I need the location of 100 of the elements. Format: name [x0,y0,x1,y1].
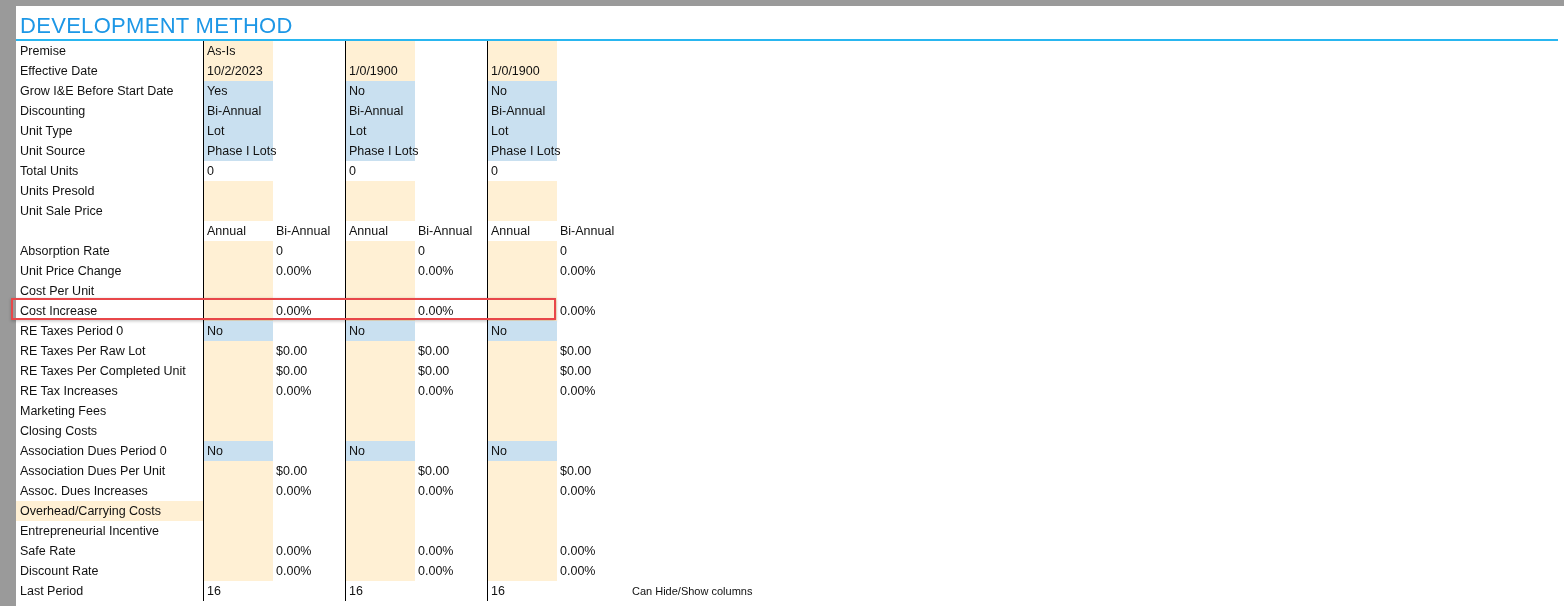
choice-cell[interactable]: No [345,441,415,461]
row-label: Closing Costs [19,423,99,440]
input-cell[interactable]: 1/0/1900 [487,61,557,81]
table-cell[interactable]: 0.00% [273,561,345,581]
choice-cell[interactable]: No [203,321,273,341]
table-cell[interactable]: $0.00 [415,341,487,361]
table-cell[interactable]: 16 [203,581,273,601]
row-label: Total Units [19,163,80,180]
highlighted-label-cell: Overhead/Carrying Costs [16,501,203,521]
row-label: Units Presold [19,183,96,200]
choice-cell[interactable]: No [203,441,273,461]
table-cell[interactable]: 0.00% [273,381,345,401]
input-cell[interactable]: 10/2/2023 [203,61,273,81]
input-cell[interactable] [203,201,273,221]
table-cell[interactable]: 0 [557,241,632,261]
row-label: Last Period [19,583,85,600]
table-cell[interactable]: 0.00% [557,561,632,581]
input-cell[interactable] [203,281,273,301]
table-cell[interactable]: $0.00 [557,461,632,481]
table-cell[interactable]: 0.00% [557,301,632,321]
table-cell[interactable]: 0.00% [273,481,345,501]
hint-text: Can Hide/Show columns [632,584,754,599]
table-cell[interactable]: 0 [273,241,345,261]
input-cell[interactable] [345,41,415,61]
input-cell[interactable] [203,181,273,201]
choice-cell[interactable]: Bi-Annual [487,101,557,121]
row-label: Discount Rate [19,563,100,580]
input-cell[interactable] [487,201,557,221]
row-label: RE Tax Increases [19,383,119,400]
table-cell[interactable]: $0.00 [273,361,345,381]
row-label: Assoc. Dues Increases [19,483,149,500]
table-cell[interactable]: 0.00% [273,261,345,281]
choice-cell[interactable]: Lot [345,121,415,141]
table-cell[interactable]: Bi-Annual [557,221,632,241]
input-cell[interactable] [203,301,273,321]
choice-cell[interactable]: No [487,81,557,101]
table-cell[interactable]: 0.00% [415,561,487,581]
choice-cell[interactable]: Bi-Annual [345,101,415,121]
input-cell[interactable] [203,561,273,581]
input-cell[interactable]: As-Is [203,41,273,61]
input-cell[interactable] [203,421,273,441]
choice-cell[interactable]: Lot [487,121,557,141]
input-cell[interactable] [345,181,415,201]
table-cell[interactable]: 16 [345,581,415,601]
row-label: Unit Price Change [19,263,123,280]
table-cell[interactable]: 0.00% [415,481,487,501]
table-cell[interactable]: $0.00 [557,341,632,361]
input-cell[interactable] [345,201,415,221]
input-cell[interactable] [203,241,273,261]
input-cell[interactable] [345,461,415,481]
input-cell[interactable] [487,181,557,201]
input-cell[interactable] [345,561,415,581]
choice-cell[interactable]: Yes [203,81,273,101]
table-cell[interactable]: $0.00 [273,461,345,481]
input-cell[interactable] [345,341,415,361]
row-label: RE Taxes Per Completed Unit [19,363,187,380]
table-cell[interactable]: 0.00% [415,541,487,561]
input-cell[interactable] [487,281,557,301]
table-cell[interactable]: 0.00% [415,381,487,401]
choice-cell[interactable]: No [487,441,557,461]
row-label: Entrepreneurial Incentive [19,523,160,540]
input-cell[interactable] [487,41,557,61]
table-cell[interactable]: $0.00 [273,341,345,361]
table-cell[interactable]: $0.00 [415,361,487,381]
table-cell[interactable]: 0.00% [273,541,345,561]
input-cell[interactable] [487,341,557,361]
row-label: Association Dues Period 0 [19,443,168,460]
input-cell[interactable] [345,241,415,261]
input-cell[interactable] [345,281,415,301]
table-cell[interactable]: 0.00% [557,481,632,501]
input-cell[interactable] [487,241,557,261]
input-cell[interactable] [203,461,273,481]
input-cell[interactable] [203,341,273,361]
row-label: Cost Increase [19,303,99,320]
table-cell[interactable]: 0.00% [557,261,632,281]
choice-cell[interactable]: No [487,321,557,341]
table-cell[interactable]: Bi-Annual [415,221,487,241]
table-cell[interactable]: 0.00% [415,261,487,281]
input-cell[interactable] [345,301,415,321]
table-cell[interactable]: 0.00% [273,301,345,321]
input-cell[interactable] [487,561,557,581]
table-cell[interactable]: 0.00% [557,381,632,401]
choice-cell[interactable]: Bi-Annual [203,101,273,121]
row-label: RE Taxes Per Raw Lot [19,343,147,360]
table-cell[interactable]: 16 [487,581,557,601]
row-label: Effective Date [19,63,99,80]
table-cell[interactable]: $0.00 [415,461,487,481]
input-cell[interactable] [345,421,415,441]
row-label: Marketing Fees [19,403,108,420]
choice-cell[interactable]: No [345,321,415,341]
table-cell[interactable]: 0.00% [557,541,632,561]
choice-cell[interactable]: No [345,81,415,101]
table-cell[interactable]: Bi-Annual [273,221,345,241]
input-cell[interactable]: 1/0/1900 [345,61,415,81]
table-cell[interactable]: 0.00% [415,301,487,321]
input-cell[interactable] [487,461,557,481]
choice-cell[interactable]: Lot [203,121,273,141]
input-cell[interactable] [487,421,557,441]
table-cell[interactable]: 0 [415,241,487,261]
table-cell[interactable]: $0.00 [557,361,632,381]
